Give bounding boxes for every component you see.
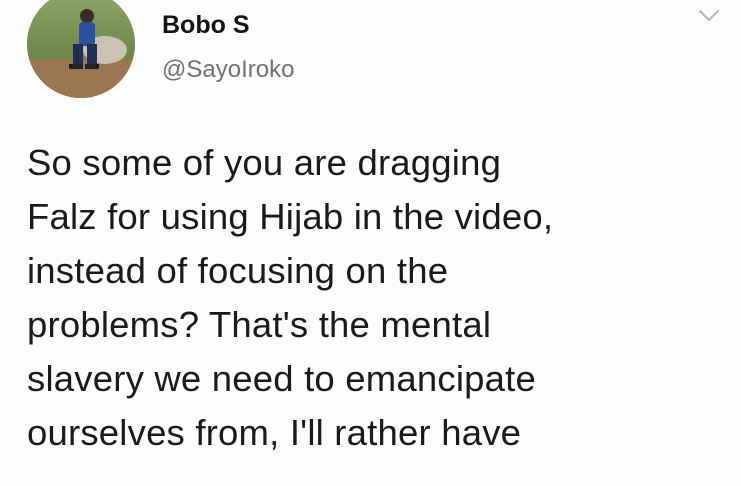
- tweet-text-line: Falz for using Hijab in the video,: [27, 196, 554, 237]
- display-name[interactable]: Bobo S: [162, 10, 250, 40]
- chevron-down-icon[interactable]: [697, 6, 721, 26]
- tweet-text-line: instead of focusing on the: [27, 250, 449, 291]
- avatar-photo: [27, 0, 135, 98]
- tweet-text-line: So some of you are dragging: [27, 142, 502, 183]
- tweet-text-line: problems? That's the mental: [27, 304, 492, 345]
- tweet-card: Bobo S @SayoIroko So some of you are dra…: [0, 0, 741, 486]
- tweet-text: So some of you are dragging Falz for usi…: [27, 136, 727, 460]
- user-handle[interactable]: @SayoIroko: [162, 55, 294, 85]
- tweet-text-line: ourselves from, I'll rather have: [27, 412, 522, 453]
- tweet-text-line: slavery we need to emancipate: [27, 358, 536, 399]
- avatar[interactable]: [27, 0, 135, 98]
